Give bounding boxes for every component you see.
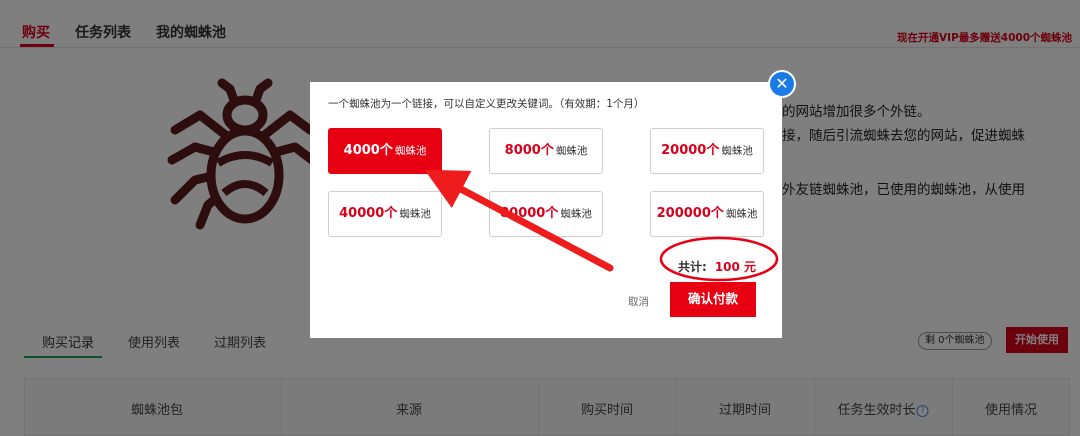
confirm-payment-button[interactable]: 确认付款 <box>670 282 756 317</box>
cancel-button[interactable]: 取消 <box>628 294 649 309</box>
package-option-4000[interactable]: 4000个 蜘蛛池 <box>328 128 442 174</box>
package-option-40000[interactable]: 40000个 蜘蛛池 <box>328 191 442 237</box>
package-option-20000[interactable]: 20000个 蜘蛛池 <box>650 128 764 174</box>
modal-close-button[interactable]: ✕ <box>768 70 796 98</box>
purchase-modal: 一个蜘蛛池为一个链接，可以自定义更改关键词。（有效期：1个月） 4000个 蜘蛛池… <box>310 82 782 338</box>
package-option-80000[interactable]: 80000个 蜘蛛池 <box>489 191 603 237</box>
package-option-8000[interactable]: 8000个 蜘蛛池 <box>489 128 603 174</box>
close-icon: ✕ <box>775 74 789 93</box>
total-amount: 100 元 <box>714 260 757 274</box>
total-price: 共计: 100 元 <box>678 258 756 275</box>
total-label: 共计: <box>678 260 707 274</box>
package-option-200000[interactable]: 200000个 蜘蛛池 <box>650 191 764 237</box>
modal-description: 一个蜘蛛池为一个链接，可以自定义更改关键词。（有效期：1个月） <box>328 98 645 110</box>
